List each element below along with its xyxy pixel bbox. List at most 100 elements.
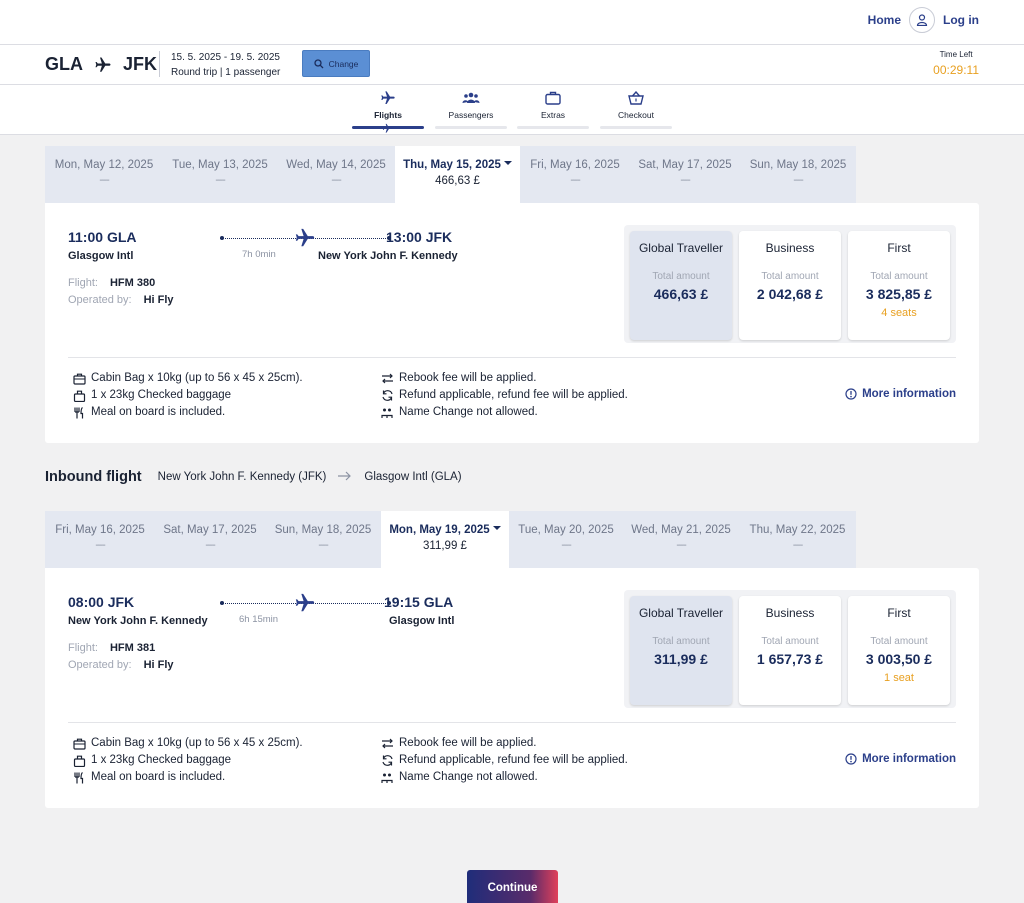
date-tab[interactable]: Sat, May 17, 2025 ---- (155, 511, 265, 568)
outbound-flight-card: 11:00 GLA Glasgow Intl 7h 0min 13:00 JFK… (45, 203, 979, 443)
date-price: ---- (561, 540, 571, 551)
passengers-icon (462, 92, 480, 103)
date-tab[interactable]: Tue, May 20, 2025 ---- (509, 511, 623, 568)
plane-icon (381, 90, 395, 104)
change-search-button[interactable]: Change (302, 50, 370, 77)
divider (68, 722, 956, 723)
date-tab[interactable]: Fri, May 16, 2025 ---- (520, 146, 630, 203)
fare-first[interactable]: First Total amount 3 825,85 £ 4 seats (848, 231, 950, 340)
login-link[interactable]: Log in (943, 13, 979, 27)
inbound-title: Inbound flight (45, 469, 142, 485)
date-tab[interactable]: Thu, May 22, 2025 ---- (739, 511, 856, 568)
fare-global-traveller[interactable]: Global Traveller Total amount 311,99 £ (630, 596, 732, 705)
date-tab[interactable]: Tue, May 13, 2025 ---- (163, 146, 277, 203)
arrival-city: Glasgow Intl (389, 615, 455, 627)
plane-icon (93, 56, 113, 74)
flight-duration: 6h 15min (239, 614, 279, 625)
step-label: Extras (540, 110, 566, 120)
date-tab[interactable]: Sun, May 18, 2025 ---- (740, 146, 856, 203)
top-nav: Home Log in (868, 6, 979, 34)
date-label: Sat, May 17, 2025 (163, 524, 257, 536)
inbound-to: Glasgow Intl (GLA) (364, 471, 462, 483)
step-extras[interactable]: Extras (517, 89, 589, 129)
operator: Operated by: Hi Fly (68, 294, 174, 306)
fare-business[interactable]: Business Total amount 2 042,68 £ (739, 231, 841, 340)
fare-global-traveller[interactable]: Global Traveller Total amount 466,63 £ (630, 231, 732, 340)
date-tab-selected[interactable]: Thu, May 15, 2025 466,63 £ (395, 146, 520, 203)
divider (159, 51, 160, 77)
fare-options: Global Traveller Total amount 466,63 £ B… (624, 225, 956, 343)
fare-first[interactable]: First Total amount 3 003,50 £ 1 seat (848, 596, 950, 705)
route: GLA JFK (45, 54, 157, 75)
flight-path (220, 228, 391, 247)
step-checkout[interactable]: Checkout (600, 89, 672, 129)
step-progress (600, 126, 672, 129)
date-tab[interactable]: Wed, May 21, 2025 ---- (623, 511, 739, 568)
arrival-time: 19:15 GLA (384, 594, 454, 610)
date-label: Tue, May 20, 2025 (518, 524, 614, 536)
top-bar: Home Log in (0, 0, 1024, 45)
cabin-bag-icon (72, 373, 86, 385)
date-price: ---- (570, 175, 580, 186)
date-price: ---- (318, 540, 328, 551)
meal-icon (72, 771, 86, 784)
basket-icon (628, 90, 644, 105)
date-price: ---- (95, 540, 105, 551)
step-flights[interactable]: Flights (352, 89, 424, 133)
date-tab[interactable]: Sun, May 18, 2025 ---- (265, 511, 381, 568)
date-price: 466,63 £ (435, 175, 480, 187)
date-tab-selected[interactable]: Mon, May 19, 2025 311,99 £ (381, 511, 509, 568)
more-information-link[interactable]: More information (845, 388, 956, 400)
date-label: Fri, May 16, 2025 (530, 159, 620, 171)
date-label: Sun, May 18, 2025 (749, 159, 847, 171)
user-icon[interactable] (909, 7, 935, 33)
chevron-down-icon (492, 525, 501, 530)
date-tab[interactable]: Mon, May 12, 2025 ---- (45, 146, 163, 203)
arrival-city: New York John F. Kennedy (318, 250, 458, 262)
booking-steps: Flights Passengers Extras Checkout (0, 85, 1024, 135)
arrival-time: 13:00 JFK (386, 229, 453, 245)
flight-path (220, 593, 391, 612)
seats-left: 1 seat (884, 672, 914, 684)
date-label: Mon, May 12, 2025 (54, 159, 154, 171)
refund-icon (380, 754, 394, 767)
time-left-label: Time Left (939, 50, 973, 59)
date-price: ---- (205, 540, 215, 551)
info-icon (845, 388, 857, 400)
search-icon (313, 58, 324, 68)
inbound-header: Inbound flight New York John F. Kennedy … (45, 469, 462, 485)
date-price: 311,99 £ (423, 540, 467, 552)
step-label: Flights (374, 110, 402, 120)
date-label: Fri, May 16, 2025 (55, 524, 145, 536)
name-change-icon (380, 772, 394, 784)
date-label: Thu, May 22, 2025 (749, 524, 846, 536)
flight-number: Flight: HFM 380 (68, 277, 156, 289)
trip-type: Round trip | 1 passenger (171, 67, 281, 78)
inbound-from: New York John F. Kennedy (JFK) (157, 471, 327, 483)
fare-rules: Rebook fee will be applied. Refund appli… (380, 735, 628, 786)
trip-dates: 15. 5. 2025 - 19. 5. 2025 (171, 52, 280, 63)
arrow-right-icon (338, 471, 352, 484)
fare-business[interactable]: Business Total amount 1 657,73 £ (739, 596, 841, 705)
checked-bag-icon (72, 755, 86, 767)
cabin-bag-icon (72, 738, 86, 750)
date-tab[interactable]: Fri, May 16, 2025 ---- (45, 511, 155, 568)
date-price: ---- (792, 540, 803, 551)
home-link[interactable]: Home (868, 13, 901, 27)
checked-bag-icon (72, 390, 86, 402)
operator: Operated by: Hi Fly (68, 659, 174, 671)
flight-duration: 7h 0min (242, 249, 276, 260)
more-information-link[interactable]: More information (845, 753, 956, 765)
date-label: Sat, May 17, 2025 (638, 159, 732, 171)
seats-left: 4 seats (881, 307, 917, 319)
continue-button[interactable]: Continue (467, 870, 558, 903)
change-label: Change (328, 58, 359, 69)
flight-number: Flight: HFM 381 (68, 642, 156, 654)
step-label: Checkout (618, 110, 654, 120)
date-tab[interactable]: Sat, May 17, 2025 ---- (630, 146, 740, 203)
step-passengers[interactable]: Passengers (435, 89, 507, 129)
date-label: Wed, May 14, 2025 (286, 159, 386, 171)
departure-time: 11:00 GLA (68, 229, 137, 245)
date-tab[interactable]: Wed, May 14, 2025 ---- (277, 146, 395, 203)
date-price: ---- (680, 175, 690, 186)
